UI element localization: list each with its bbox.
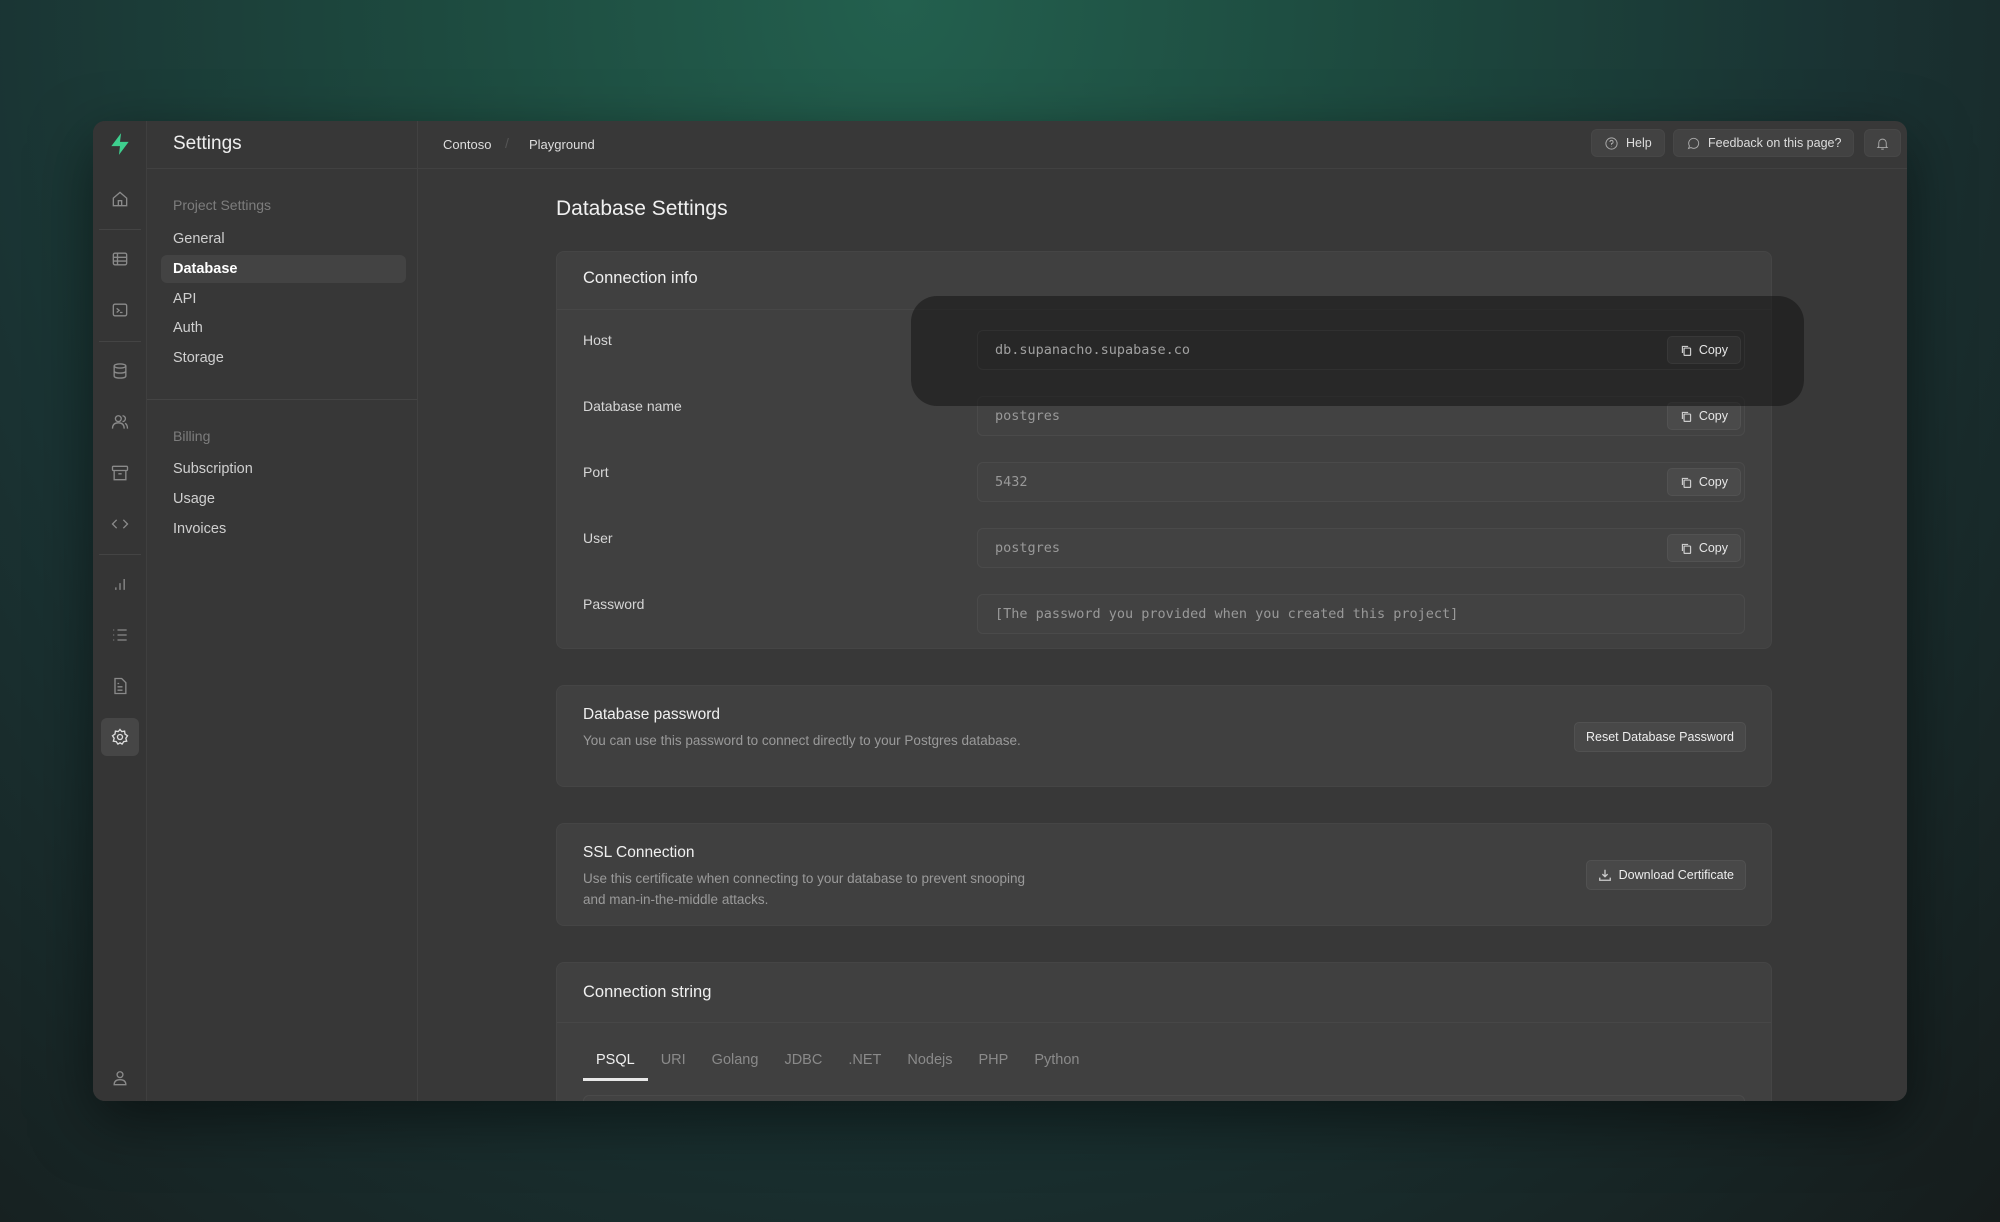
database-password-card: Database password You can use this passw… [556, 685, 1772, 787]
sidebar-item-storage[interactable]: Storage [161, 344, 406, 372]
home-icon[interactable] [101, 180, 139, 218]
top-bar: Contoso / Playground Help Feedback on th… [418, 121, 1907, 169]
settings-sidebar: Settings Project Settings General Databa… [147, 121, 418, 1101]
breadcrumb-playground[interactable]: Playground [529, 137, 595, 152]
copy-icon [1681, 543, 1691, 554]
connection-string-card: Connection string PSQL URI Golang JDBC .… [556, 962, 1772, 1101]
group-label-project-settings: Project Settings [173, 197, 272, 213]
breadcrumb-separator: / [505, 135, 509, 151]
password-field[interactable]: [The password you provided when you crea… [977, 594, 1745, 634]
database-name-value: postgres [995, 408, 1061, 424]
database-icon[interactable] [101, 352, 139, 390]
rail-divider [99, 341, 141, 342]
copy-icon [1681, 411, 1691, 422]
card-description: Use this certificate when connecting to … [583, 871, 1026, 907]
logs-icon[interactable] [101, 616, 139, 654]
card-description: You can use this password to connect dir… [583, 733, 1021, 748]
chat-bubble-icon [1687, 137, 1700, 149]
notifications-button[interactable] [1864, 129, 1901, 157]
tab-golang[interactable]: Golang [699, 1045, 772, 1081]
port-field[interactable]: 5432 Copy [977, 462, 1745, 502]
copy-host-button[interactable]: Copy [1666, 336, 1741, 364]
host-value: db.supanacho.supabase.co [995, 342, 1191, 358]
button-label: Reset Database Password [1586, 730, 1734, 744]
user-value: postgres [995, 540, 1061, 556]
user-field[interactable]: postgres Copy [977, 528, 1745, 568]
copy-label: Copy [1698, 474, 1728, 489]
help-button[interactable]: Help [1591, 129, 1665, 157]
port-value: 5432 [995, 474, 1028, 490]
tab-dotnet[interactable]: .NET [835, 1045, 894, 1081]
card-title: Database password [583, 706, 720, 723]
copy-database-name-button[interactable]: Copy [1666, 402, 1741, 430]
group-label-billing: Billing [173, 428, 211, 444]
tab-php[interactable]: PHP [965, 1045, 1021, 1081]
help-label: Help [1626, 136, 1652, 150]
host-field[interactable]: db.supanacho.supabase.co Copy [977, 330, 1745, 370]
sidebar-item-api[interactable]: API [161, 285, 406, 313]
ssl-connection-card: SSL Connection Use this certificate when… [556, 823, 1772, 926]
port-label: Port [583, 464, 609, 480]
button-label: Download Certificate [1618, 868, 1734, 882]
host-label: Host [583, 332, 612, 348]
connection-string-tabs: PSQL URI Golang JDBC .NET Nodejs PHP Pyt… [583, 1045, 1092, 1081]
icon-rail [93, 121, 147, 1101]
copy-port-button[interactable]: Copy [1666, 468, 1741, 496]
card-title: Connection info [583, 269, 698, 287]
profile-icon[interactable] [101, 1059, 139, 1097]
rail-divider [99, 554, 141, 555]
storage-icon[interactable] [101, 454, 139, 492]
page-title: Database Settings [556, 197, 728, 220]
database-name-label: Database name [583, 398, 682, 414]
breadcrumb-contoso[interactable]: Contoso [443, 137, 491, 152]
password-label: Password [583, 596, 645, 612]
sidebar-item-subscription[interactable]: Subscription [161, 455, 406, 483]
reset-database-password-button[interactable]: Reset Database Password [1574, 722, 1746, 752]
sidebar-item-invoices[interactable]: Invoices [161, 515, 406, 543]
reports-icon[interactable] [101, 565, 139, 603]
card-title: Connection string [583, 983, 712, 1001]
download-certificate-button[interactable]: Download Certificate [1585, 860, 1746, 890]
card-divider [557, 1022, 1771, 1023]
download-icon [1598, 869, 1611, 881]
table-editor-icon[interactable] [101, 240, 139, 278]
card-title: SSL Connection [583, 844, 695, 861]
api-code-icon[interactable] [101, 505, 139, 543]
sidebar-item-usage[interactable]: Usage [161, 485, 406, 513]
help-icon [1605, 136, 1618, 150]
sidebar-divider [147, 399, 417, 400]
docs-icon[interactable] [101, 667, 139, 705]
copy-label: Copy [1698, 408, 1728, 423]
sidebar-item-general[interactable]: General [161, 225, 406, 253]
settings-icon[interactable] [101, 718, 139, 756]
tab-python[interactable]: Python [1021, 1045, 1092, 1081]
app-window: Settings Project Settings General Databa… [93, 121, 1907, 1101]
supabase-logo-icon[interactable] [101, 125, 139, 163]
copy-user-button[interactable]: Copy [1666, 534, 1741, 562]
tab-jdbc[interactable]: JDBC [771, 1045, 835, 1081]
sidebar-item-database[interactable]: Database [161, 255, 406, 283]
tab-psql[interactable]: PSQL [583, 1045, 648, 1081]
sql-editor-icon[interactable] [101, 291, 139, 329]
copy-label: Copy [1698, 342, 1728, 357]
user-label: User [583, 530, 613, 546]
copy-label: Copy [1698, 540, 1728, 555]
copy-icon [1681, 477, 1691, 488]
connection-string-field[interactable] [583, 1095, 1745, 1101]
sidebar-item-auth[interactable]: Auth [161, 314, 406, 342]
feedback-label: Feedback on this page? [1708, 136, 1842, 150]
copy-icon [1681, 345, 1691, 356]
sidebar-title: Settings [173, 133, 242, 154]
bell-icon [1876, 138, 1889, 150]
feedback-button[interactable]: Feedback on this page? [1673, 129, 1855, 157]
users-icon[interactable] [101, 403, 139, 441]
tab-nodejs[interactable]: Nodejs [894, 1045, 965, 1081]
rail-divider [99, 229, 141, 230]
tab-uri[interactable]: URI [648, 1045, 699, 1081]
